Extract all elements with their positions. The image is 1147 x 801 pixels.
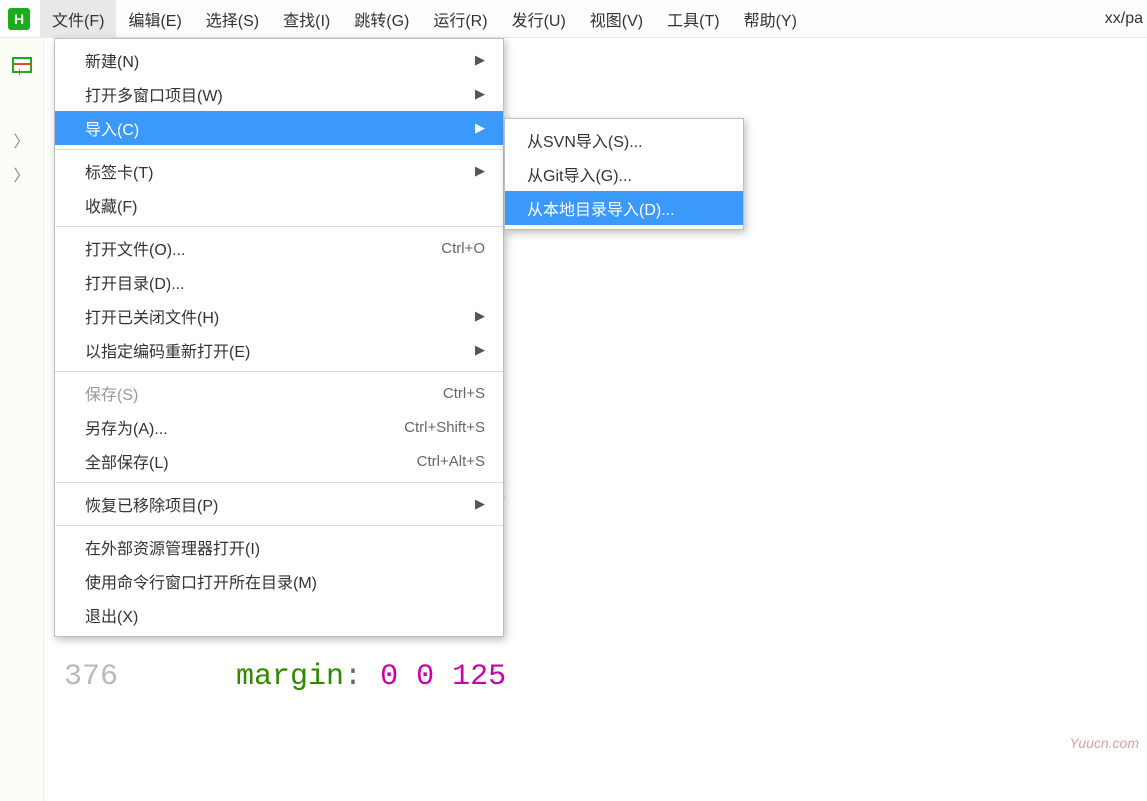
fold-cell <box>132 646 164 708</box>
menu-item-label: 打开已关闭文件(H) <box>85 304 475 328</box>
menu-item-label: 打开目录(D)... <box>85 270 485 294</box>
menu-item-label: 打开多窗口项目(W) <box>85 82 475 106</box>
panel-icon[interactable]: + <box>10 54 34 78</box>
code-token-indent <box>164 660 236 694</box>
menu-item[interactable]: 以指定编码重新打开(E)▶ <box>55 333 503 367</box>
code-token-val: 0 0 125 <box>380 660 506 694</box>
menubar-item-7[interactable]: 视图(V) <box>578 0 655 39</box>
submenu-arrow-icon: ▶ <box>475 86 485 102</box>
code-token-punct: : <box>344 660 380 694</box>
menu-item-label: 导入(C) <box>85 116 475 140</box>
menubar-item-6[interactable]: 发行(U) <box>500 0 578 39</box>
menu-item-label: 标签卡(T) <box>85 159 475 183</box>
code-line[interactable]: margin: 0 0 125 <box>164 646 1147 708</box>
menubar: H 文件(F)编辑(E)选择(S)查找(I)跳转(G)运行(R)发行(U)视图(… <box>0 0 1147 38</box>
import-submenu: 从SVN导入(S)... 从Git导入(G)... 从本地目录导入(D)... <box>504 118 744 230</box>
menubar-item-0[interactable]: 文件(F) <box>40 0 116 39</box>
title-path: xx/pa <box>1105 10 1147 28</box>
menu-item[interactable]: 打开目录(D)... <box>55 265 503 299</box>
menu-item-label: 全部保存(L) <box>85 449 417 473</box>
menubar-item-2[interactable]: 选择(S) <box>194 0 271 39</box>
sidebar-gutter: + 〉 〉 <box>0 38 44 801</box>
menu-item[interactable]: 导入(C)▶ <box>55 111 503 145</box>
menu-item-label: 保存(S) <box>85 381 443 405</box>
menu-item-label: 以指定编码重新打开(E) <box>85 338 475 362</box>
menubar-item-5[interactable]: 运行(R) <box>421 0 499 39</box>
submenu-arrow-icon: ▶ <box>475 496 485 512</box>
submenu-item[interactable]: 从本地目录导入(D)... <box>505 191 743 225</box>
menu-separator <box>55 525 503 526</box>
code-token-prop: margin <box>236 660 344 694</box>
menubar-item-4[interactable]: 跳转(G) <box>342 0 421 39</box>
menu-item[interactable]: 在外部资源管理器打开(I) <box>55 530 503 564</box>
menubar-item-9[interactable]: 帮助(Y) <box>732 0 809 39</box>
menubar-item-8[interactable]: 工具(T) <box>655 0 731 39</box>
expand-icon-2[interactable]: 〉 <box>0 162 43 186</box>
menu-item-label: 收藏(F) <box>85 193 485 217</box>
menu-separator <box>55 226 503 227</box>
menu-item-label: 使用命令行窗口打开所在目录(M) <box>85 569 485 593</box>
menu-item: 保存(S)Ctrl+S <box>55 376 503 410</box>
menu-item[interactable]: 使用命令行窗口打开所在目录(M) <box>55 564 503 598</box>
svg-text:+: + <box>16 65 23 78</box>
menu-item[interactable]: 全部保存(L)Ctrl+Alt+S <box>55 444 503 478</box>
submenu-item[interactable]: 从Git导入(G)... <box>505 157 743 191</box>
menu-item[interactable]: 打开文件(O)...Ctrl+O <box>55 231 503 265</box>
menu-item-shortcut: Ctrl+O <box>441 240 485 257</box>
submenu-arrow-icon: ▶ <box>475 163 485 179</box>
app-icon: H <box>8 8 30 30</box>
menu-item-shortcut: Ctrl+Alt+S <box>417 453 485 470</box>
menubar-item-3[interactable]: 查找(I) <box>271 0 342 39</box>
menu-item[interactable]: 收藏(F) <box>55 188 503 222</box>
menu-separator <box>55 149 503 150</box>
submenu-arrow-icon: ▶ <box>475 120 485 136</box>
menu-item-label: 新建(N) <box>85 48 475 72</box>
submenu-item[interactable]: 从SVN导入(S)... <box>505 123 743 157</box>
menubar-item-1[interactable]: 编辑(E) <box>116 0 193 39</box>
expand-icon-1[interactable]: 〉 <box>0 128 43 152</box>
menu-item[interactable]: 恢复已移除项目(P)▶ <box>55 487 503 521</box>
menu-item-label: 恢复已移除项目(P) <box>85 492 475 516</box>
submenu-item-label: 从SVN导入(S)... <box>527 128 725 152</box>
menu-item[interactable]: 标签卡(T)▶ <box>55 154 503 188</box>
menu-item[interactable]: 打开多窗口项目(W)▶ <box>55 77 503 111</box>
menu-item-shortcut: Ctrl+Shift+S <box>404 419 485 436</box>
menu-separator <box>55 482 503 483</box>
menu-item-label: 另存为(A)... <box>85 415 404 439</box>
menu-item[interactable]: 另存为(A)...Ctrl+Shift+S <box>55 410 503 444</box>
menu-item[interactable]: 新建(N)▶ <box>55 43 503 77</box>
menu-item[interactable]: 打开已关闭文件(H)▶ <box>55 299 503 333</box>
submenu-item-label: 从本地目录导入(D)... <box>527 196 725 220</box>
submenu-arrow-icon: ▶ <box>475 308 485 324</box>
submenu-arrow-icon: ▶ <box>475 52 485 68</box>
menu-item-shortcut: Ctrl+S <box>443 385 485 402</box>
line-number: 376 <box>44 646 118 708</box>
submenu-arrow-icon: ▶ <box>475 342 485 358</box>
menu-item-label: 退出(X) <box>85 603 485 627</box>
menu-item-label: 打开文件(O)... <box>85 236 441 260</box>
submenu-item-label: 从Git导入(G)... <box>527 162 725 186</box>
menu-separator <box>55 371 503 372</box>
menu-item[interactable]: 退出(X) <box>55 598 503 632</box>
menu-item-label: 在外部资源管理器打开(I) <box>85 535 485 559</box>
file-menu-dropdown: 新建(N)▶打开多窗口项目(W)▶导入(C)▶标签卡(T)▶收藏(F)打开文件(… <box>54 38 504 637</box>
